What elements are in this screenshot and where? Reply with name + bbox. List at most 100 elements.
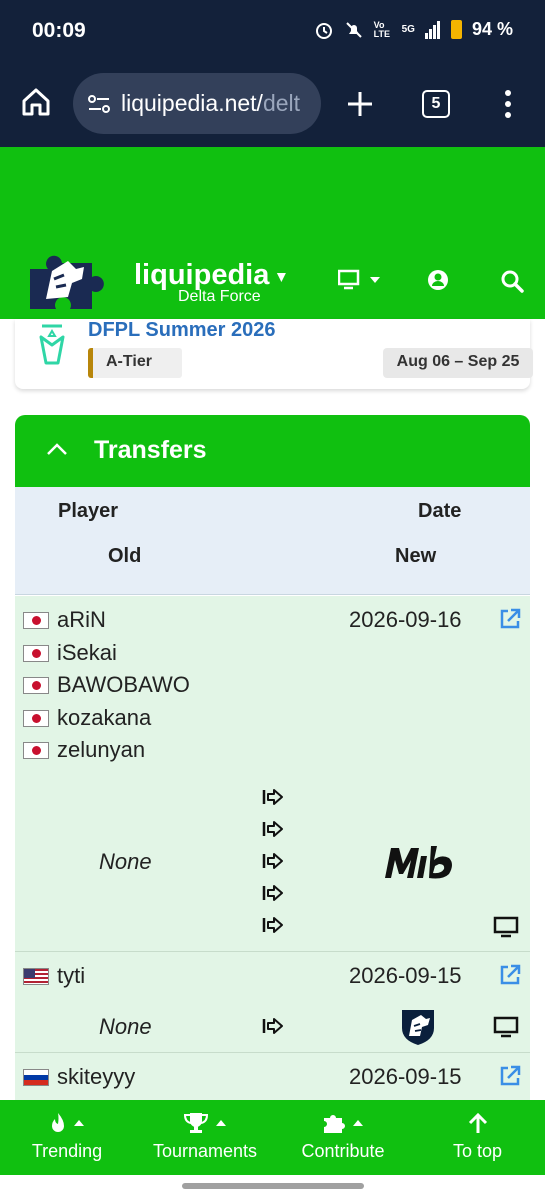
external-link-icon[interactable] <box>499 1065 521 1087</box>
transfer-row: aRiN iSekai BAWOBAWO kozakana zelunyan 2… <box>15 596 530 952</box>
status-time: 00:09 <box>32 19 86 42</box>
transfer-arrow-icon <box>262 1018 283 1034</box>
dfpl-league-icon <box>39 324 65 365</box>
wiki-subtitle: Delta Force <box>178 288 261 305</box>
usa-flag-icon <box>23 967 49 985</box>
url-text[interactable]: liquipedia.net/delt <box>121 90 300 117</box>
transfers-panel-header[interactable]: Transfers <box>15 415 530 487</box>
new-tab-icon[interactable] <box>346 90 374 118</box>
tournament-card[interactable]: DFPL Summer 2026 A-Tier Aug 06 – Sep 25 <box>15 319 533 389</box>
russia-flag-icon <box>23 1068 49 1086</box>
player-name[interactable]: BAWOBAWO <box>57 672 190 698</box>
battery-icon <box>450 20 462 39</box>
player-entry[interactable]: aRiN <box>23 607 106 633</box>
liquipedia-logo-icon[interactable] <box>24 249 112 313</box>
player-name[interactable]: zelunyan <box>57 737 145 763</box>
transfer-row: tyti 2026-09-15 None <box>15 952 530 1053</box>
transfer-arrow-icon <box>262 789 283 805</box>
nav-label: To top <box>452 1141 503 1161</box>
player-entry[interactable]: kozakana <box>23 705 151 731</box>
nav-trending[interactable]: Trending <box>0 1100 134 1175</box>
home-icon[interactable] <box>20 86 52 118</box>
japan-flag-icon <box>23 611 49 629</box>
brand-caret-icon: ▾ <box>277 268 286 286</box>
home-gesture-bar[interactable] <box>182 1183 364 1189</box>
tab-switcher-button[interactable]: 5 <box>422 90 450 118</box>
site-header: liquipedia ▾ Delta Force <box>0 147 545 319</box>
nav-label: Contribute <box>301 1141 385 1161</box>
url-main: liquipedia.net/ <box>121 90 263 116</box>
transfer-arrow-icon <box>262 821 283 837</box>
player-entry[interactable]: tyti <box>23 963 85 989</box>
caret-up-icon <box>353 1120 363 1126</box>
player-name[interactable]: kozakana <box>57 705 151 731</box>
puzzle-icon <box>324 1115 345 1133</box>
japan-flag-icon <box>23 644 49 662</box>
date-column-header: Date <box>418 500 462 522</box>
account-icon[interactable] <box>427 269 449 291</box>
nav-label: Trending <box>31 1141 103 1161</box>
new-column-header: New <box>395 545 437 567</box>
nav-contribute[interactable]: Contribute <box>276 1100 410 1175</box>
chevron-up-icon[interactable] <box>45 441 69 457</box>
player-column-header: Player <box>58 500 119 522</box>
transfers-title: Transfers <box>94 436 207 464</box>
old-column-header: Old <box>108 545 142 567</box>
alarm-icon <box>315 22 332 39</box>
search-icon[interactable] <box>500 269 524 293</box>
mute-icon <box>345 21 362 38</box>
signal-icon <box>424 20 440 39</box>
player-name[interactable]: tyti <box>57 963 85 989</box>
computer-icon <box>493 916 519 938</box>
tier-badge: A-Tier <box>88 348 182 378</box>
trophy-icon <box>183 1113 209 1133</box>
nav-tournaments[interactable]: Tournaments <box>136 1100 274 1175</box>
network-label: 5G <box>401 24 415 35</box>
player-entry[interactable]: BAWOBAWO <box>23 672 190 698</box>
player-name[interactable]: skiteyyy <box>57 1064 135 1090</box>
japan-flag-icon <box>23 709 49 727</box>
more-menu-icon[interactable] <box>500 88 516 120</box>
external-link-icon[interactable] <box>499 608 521 630</box>
player-entry[interactable]: skiteyyy <box>23 1064 135 1090</box>
gesture-area <box>0 1175 545 1199</box>
brand-text: liquipedia <box>134 259 270 291</box>
transfers-column-headers: Player Date Old New <box>15 487 530 595</box>
battery-percent: 94 % <box>471 19 513 39</box>
transfer-arrow-icon <box>262 917 283 933</box>
arrow-up-icon <box>468 1112 487 1133</box>
nav-to-top[interactable]: To top <box>410 1100 545 1175</box>
old-team-none: None <box>99 1014 152 1039</box>
japan-flag-icon <box>23 741 49 759</box>
caret-up-icon <box>216 1120 226 1126</box>
fire-icon <box>52 1113 64 1132</box>
status-icons: Vo LTE 5G 94 % <box>314 19 513 40</box>
transfer-arrow-icon <box>262 885 283 901</box>
site-settings-icon[interactable] <box>87 93 111 115</box>
team-liquid-logo-icon[interactable] <box>399 1006 437 1046</box>
player-name[interactable]: aRiN <box>57 607 106 633</box>
transfer-date: 2026-09-15 <box>349 1064 462 1089</box>
tournament-dates: Aug 06 – Sep 25 <box>383 348 533 378</box>
monitor-dropdown-icon[interactable] <box>338 269 384 291</box>
bottom-navigation: Trending Tournaments Contribute To top <box>0 1100 545 1175</box>
url-dim: delt <box>262 90 301 116</box>
tournament-name-link[interactable]: DFPL Summer 2026 <box>88 319 276 342</box>
status-bar: 00:09 Vo LTE 5G 94 % <box>0 0 545 62</box>
mibr-logo-icon[interactable] <box>379 842 457 880</box>
volte-label: Vo LTE <box>373 19 390 39</box>
transfer-arrow-icon <box>262 853 283 869</box>
external-link-icon[interactable] <box>499 964 521 986</box>
transfer-row: skiteyyy 2026-09-15 <box>15 1053 530 1100</box>
transfer-date: 2026-09-16 <box>349 607 462 632</box>
browser-toolbar: liquipedia.net/delt 5 <box>0 62 545 147</box>
player-entry[interactable]: iSekai <box>23 640 117 666</box>
player-name[interactable]: iSekai <box>57 640 117 666</box>
nav-label: Tournaments <box>152 1141 258 1161</box>
url-bar[interactable]: liquipedia.net/delt <box>73 73 321 134</box>
computer-icon <box>493 1016 519 1038</box>
transfer-date: 2026-09-15 <box>349 963 462 988</box>
japan-flag-icon <box>23 676 49 694</box>
old-team-none: None <box>99 849 152 874</box>
player-entry[interactable]: zelunyan <box>23 737 145 763</box>
